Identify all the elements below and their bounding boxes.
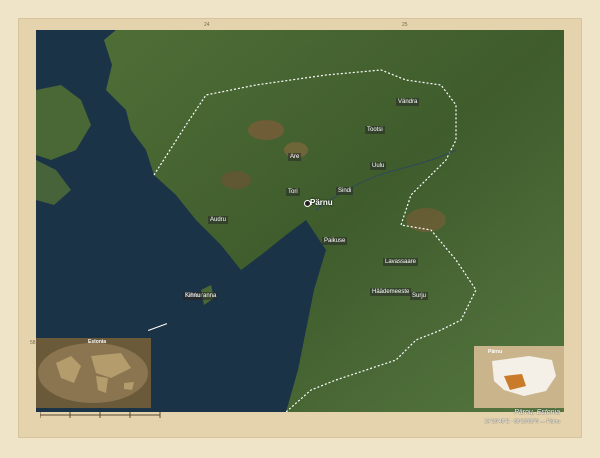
lon-tick-25: 25 — [402, 22, 408, 28]
map-credits: 24°29'48"E · 58°23'08"N — Pärnu — [485, 419, 560, 425]
bog-4 — [221, 171, 251, 189]
world-inset-title: Estonia — [88, 339, 107, 345]
main-city-label[interactable]: Pärnu — [310, 198, 333, 207]
town-label[interactable]: Are — [288, 153, 302, 161]
bog-1 — [248, 120, 284, 140]
region-inset-title: Pärnu — [488, 349, 503, 355]
main-city-marker — [304, 200, 311, 207]
scale-bar-svg — [39, 412, 161, 418]
world-globe — [38, 343, 148, 403]
town-label[interactable]: Paikuse — [322, 237, 348, 245]
world-inset-map — [36, 338, 151, 408]
town-label[interactable]: Audru — [208, 216, 229, 224]
bog-3 — [406, 208, 446, 232]
estonia-inset-svg — [492, 356, 556, 396]
town-label[interactable]: Tori — [286, 188, 300, 196]
town-label[interactable]: Surju — [410, 292, 429, 300]
town-label[interactable]: Tootsi — [365, 126, 385, 134]
scale-bar — [39, 409, 190, 421]
world-inset-svg — [38, 343, 148, 403]
credits-coords: 24°29'48"E · 58°23'08"N — [484, 419, 539, 425]
town-label[interactable]: Häädemeeste — [370, 288, 412, 296]
estonia-inset-map — [474, 346, 564, 408]
town-label[interactable]: Uulu — [370, 162, 387, 170]
lon-tick-24: 24 — [204, 22, 210, 28]
credits-region: Pärnu — [546, 419, 560, 425]
estonia-shape — [492, 356, 556, 396]
town-label[interactable]: Vändra — [396, 98, 420, 106]
town-label[interactable]: Lavassaare — [383, 258, 419, 266]
lat-tick-58: 58 — [30, 340, 36, 346]
town-label[interactable]: Sindi — [336, 187, 354, 195]
map-caption: Pärnu, Estonia — [514, 409, 560, 416]
town-label[interactable]: Kihnu — [183, 292, 203, 300]
